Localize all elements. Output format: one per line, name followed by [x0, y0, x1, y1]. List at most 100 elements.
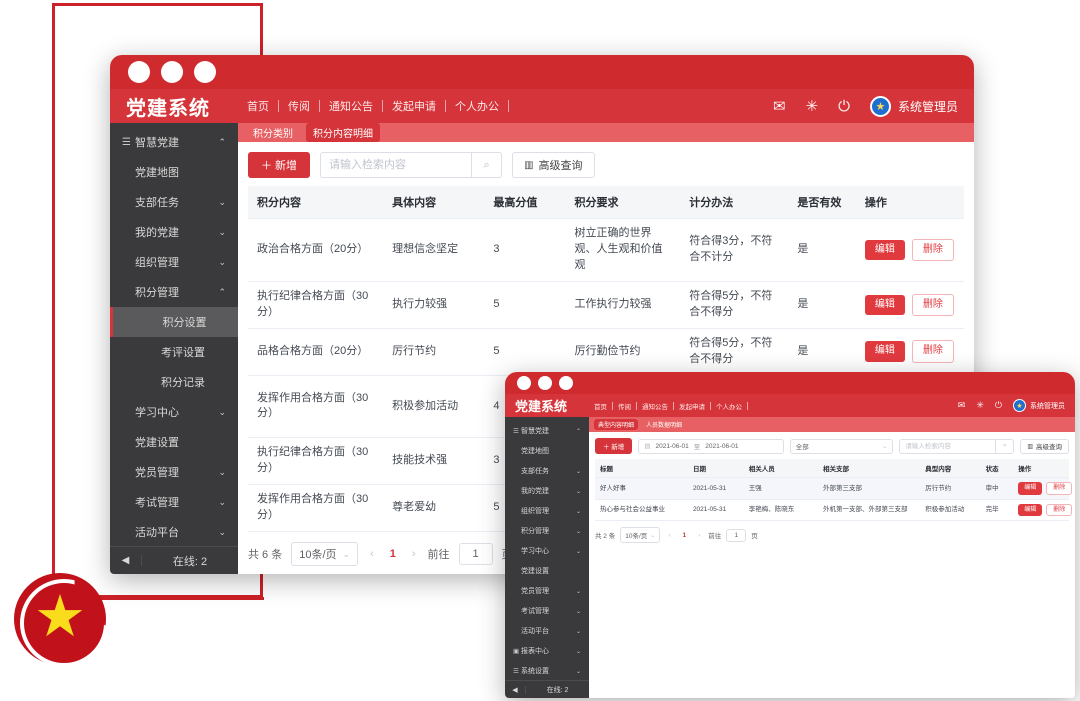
table-row[interactable]: 政治合格方面（20分） 理想信念坚定 3 树立正确的世界观、人生观和价值观 符合得3分，…: [248, 218, 964, 282]
sidebar-item-9[interactable]: 考试管理 ⌄: [505, 601, 589, 621]
next-page-button[interactable]: ›: [409, 548, 419, 560]
tab-score-category[interactable]: 积分类别: [246, 123, 300, 142]
sidebar-item-7[interactable]: 考评设置: [110, 337, 238, 367]
row-actions: 编辑删除: [1018, 482, 1073, 495]
sidebar-item-8[interactable]: 党员管理 ⌄: [505, 581, 589, 601]
topnav-item-personal-office[interactable]: 个人办公: [446, 98, 508, 114]
topnav-item-circulate[interactable]: 传阅: [279, 98, 319, 114]
main-appbar: 党建系统 首页 传阅 通知公告 发起申请 个人办公 ✉ ✳ ⏻ ★ 系统管理员: [110, 89, 974, 123]
window-close-dot[interactable]: [128, 61, 150, 83]
edit-button[interactable]: 编辑: [864, 239, 905, 261]
search-box[interactable]: ⌕: [320, 152, 503, 178]
delete-button[interactable]: 删除: [911, 293, 954, 316]
edit-button[interactable]: 编辑: [864, 341, 905, 362]
page-size-select[interactable]: 10条/页 ⌄: [291, 542, 359, 567]
search-input[interactable]: [900, 439, 996, 453]
sidebar-item-1[interactable]: 党建地图: [505, 441, 589, 461]
mail-icon[interactable]: ✉: [958, 401, 966, 410]
sidebar-item-9[interactable]: 学习中心 ⌄: [110, 397, 238, 427]
next-page-button[interactable]: ›: [695, 532, 703, 539]
sidebar-item-6[interactable]: 积分设置: [110, 307, 238, 337]
sidebar-item-1[interactable]: 党建地图: [110, 157, 238, 187]
status-filter-select[interactable]: 全部 ⌄: [789, 438, 894, 454]
sidebar-item-0[interactable]: ☰ 智慧党建 ⌃: [110, 127, 238, 157]
search-box[interactable]: ⌕: [899, 438, 1015, 454]
goto-page-input[interactable]: [726, 528, 747, 542]
sidebar-item-8[interactable]: 积分记录: [110, 367, 238, 397]
goto-page-input[interactable]: [458, 543, 493, 566]
sidebar-item-2[interactable]: 支部任务 ⌄: [505, 461, 589, 481]
topnav-item-apply[interactable]: 发起申请: [383, 98, 445, 114]
sidebar-item-4[interactable]: 组织管理 ⌄: [505, 501, 589, 521]
tab-score-detail[interactable]: 积分内容明细: [306, 123, 380, 142]
user-profile[interactable]: ★ 系统管理员: [1013, 399, 1065, 412]
table-row[interactable]: 品格合格方面（20分） 厉行节约 5 厉行勤俭节约 符合得5分，不符合不得分是编辑 删除: [248, 328, 964, 376]
sidebar-item-13[interactable]: 活动平台 ⌄: [110, 517, 238, 546]
advanced-search-label: 高级查询: [538, 160, 583, 172]
window-maximize-dot[interactable]: [194, 61, 216, 83]
tab-typical-content-detail[interactable]: 典型内容明细: [594, 419, 639, 430]
page-size-select[interactable]: 10条/页 ⌄: [620, 527, 661, 544]
sidebar-item-10[interactable]: 党建设置: [110, 427, 238, 457]
sidebar-item-2[interactable]: 支部任务 ⌄: [110, 187, 238, 217]
advanced-search-button[interactable]: ▥ 高级查询: [512, 152, 595, 178]
sidebar-item-10[interactable]: 活动平台 ⌄: [505, 621, 589, 641]
topnav-item-circulate[interactable]: 传阅: [613, 401, 636, 411]
topnav-item-notice[interactable]: 通知公告: [320, 98, 382, 114]
table-row[interactable]: 好人好事 2021-05-31 王强 外部第三支部 厉行节约 审中 编辑 删除: [595, 477, 1073, 500]
search-input[interactable]: [321, 153, 472, 177]
page-number-1[interactable]: 1: [678, 532, 690, 539]
prev-page-button[interactable]: ‹: [367, 548, 377, 560]
topnav-item-home[interactable]: 首页: [238, 98, 278, 114]
add-new-button[interactable]: ＋ 新增: [595, 438, 633, 454]
sidebar-item-12[interactable]: 考试管理 ⌄: [110, 487, 238, 517]
delete-button[interactable]: 删除: [1046, 482, 1073, 495]
search-icon[interactable]: ⌕: [995, 439, 1013, 453]
advanced-search-button[interactable]: ▥ 高级查询: [1020, 438, 1069, 454]
sidebar-item-4[interactable]: 组织管理 ⌄: [110, 247, 238, 277]
table-row[interactable]: 执行纪律合格方面（30分） 执行力较强 5 工作执行力较强 符合得5分，不符合不得分是编…: [248, 281, 964, 329]
collapse-sidebar-icon[interactable]: ◀: [110, 555, 142, 566]
window-minimize-dot[interactable]: [161, 61, 183, 83]
sidebar-item-label: 考评设置: [161, 347, 205, 359]
delete-button[interactable]: 删除: [911, 238, 954, 262]
sidebar-item-11[interactable]: ▣ 报表中心 ⌄: [505, 641, 589, 661]
edit-button[interactable]: 编辑: [1018, 482, 1043, 495]
user-profile[interactable]: ★ 系统管理员: [869, 95, 958, 117]
edit-button[interactable]: 编辑: [1018, 503, 1043, 517]
sidebar-item-0[interactable]: ☰ 智慧党建 ⌃: [505, 421, 589, 441]
page-number-1[interactable]: 1: [386, 548, 400, 560]
mail-icon[interactable]: ✉: [773, 99, 786, 114]
cell-status: 审中: [980, 477, 1014, 500]
settings-star-icon[interactable]: ✳: [976, 401, 984, 410]
window-close-dot[interactable]: [517, 376, 531, 390]
delete-button[interactable]: 删除: [1046, 503, 1073, 517]
power-icon[interactable]: ⏻: [838, 99, 850, 114]
add-new-button[interactable]: ＋ 新增: [248, 152, 311, 178]
edit-button[interactable]: 编辑: [864, 294, 905, 315]
sidebar-item-12[interactable]: ☰ 系统设置 ⌄: [505, 661, 589, 680]
sidebar-item-5[interactable]: 积分管理 ⌄: [505, 521, 589, 541]
settings-star-icon[interactable]: ✳: [806, 99, 819, 114]
collapse-sidebar-icon[interactable]: ◀: [505, 685, 526, 694]
cell-status: 完毕: [980, 499, 1014, 522]
sidebar-item-11[interactable]: 党员管理 ⌄: [110, 457, 238, 487]
date-range-picker[interactable]: ▤ 2021-06-01 至 2021-06-01: [638, 438, 784, 454]
delete-button[interactable]: 删除: [911, 340, 954, 363]
sidebar-item-7[interactable]: 党建设置: [505, 561, 589, 581]
sidebar-item-5[interactable]: 积分管理 ⌃: [110, 277, 238, 307]
topnav-item-personal-office[interactable]: 个人办公: [711, 401, 747, 411]
window-minimize-dot[interactable]: [538, 376, 552, 390]
topnav-item-apply[interactable]: 发起申请: [674, 401, 710, 411]
window-maximize-dot[interactable]: [559, 376, 573, 390]
topnav-item-home[interactable]: 首页: [589, 401, 612, 411]
prev-page-button[interactable]: ‹: [665, 532, 673, 539]
sidebar-item-3[interactable]: 我的党建 ⌄: [110, 217, 238, 247]
table-row[interactable]: 热心参与社会公益事业 2021-05-31 李艳梅、陈晓东 外机第一支部、外部第三支部…: [595, 499, 1073, 522]
topnav-item-notice[interactable]: 通知公告: [637, 401, 673, 411]
search-icon[interactable]: ⌕: [471, 153, 501, 177]
power-icon[interactable]: ⏻: [995, 401, 1002, 410]
tab-personnel-data-detail[interactable]: 人员数据明细: [642, 419, 686, 430]
sidebar-item-6[interactable]: 学习中心 ⌄: [505, 541, 589, 561]
sidebar-item-3[interactable]: 我的党建 ⌄: [505, 481, 589, 501]
